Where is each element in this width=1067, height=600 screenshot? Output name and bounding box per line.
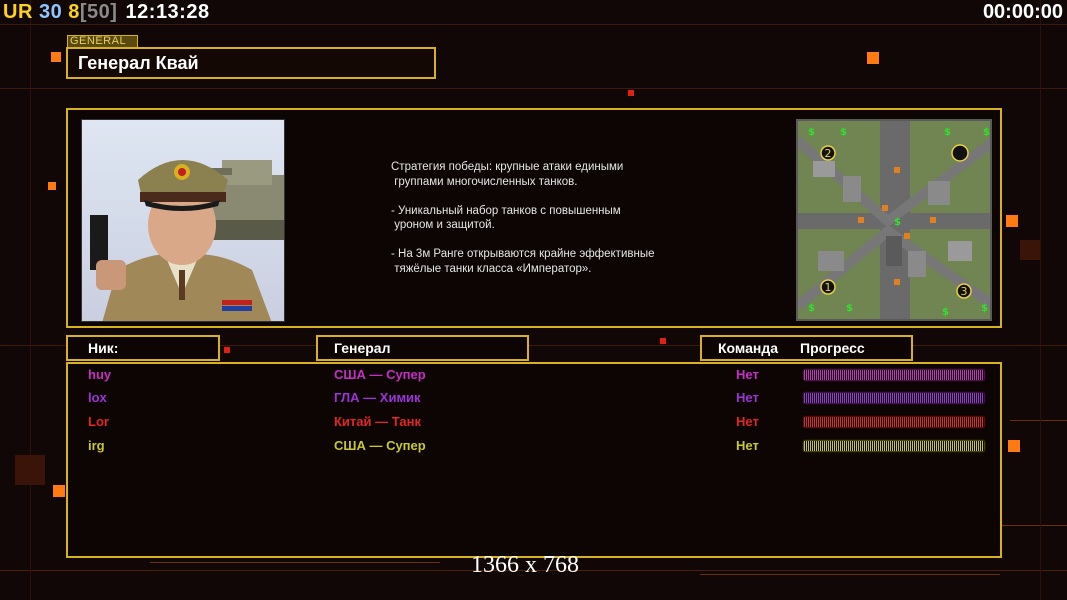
game-timer: 00:00:00 <box>982 1 1063 23</box>
minimap-spot-1: 1 <box>825 281 832 294</box>
player-progress-bar <box>804 417 984 427</box>
general-info-panel: Стратегия победы: крупные атаки едиными … <box>66 108 1002 328</box>
player-team: Нет <box>736 390 759 405</box>
player-general: Китай — Танк <box>334 414 421 429</box>
hud-stats: UR 30 8[50] 12:13:28 <box>3 1 210 24</box>
player-row[interactable]: irg США — Супер Нет <box>68 436 1000 456</box>
svg-text:$: $ <box>808 303 815 314</box>
hud-value-3: [50] <box>79 1 118 23</box>
minimap[interactable]: 2 1 3 $ $ $ $ $ $ $ $ $ <box>796 119 992 321</box>
player-team: Нет <box>736 367 759 382</box>
player-progress-bar <box>804 393 984 403</box>
hud-ur: UR <box>3 1 33 23</box>
svg-text:$: $ <box>981 303 988 314</box>
hud-value-1: 30 <box>38 1 63 23</box>
svg-text:$: $ <box>808 127 815 138</box>
player-general: ГЛА — Химик <box>334 390 421 405</box>
player-nick: huy <box>88 367 112 382</box>
player-progress-bar <box>804 441 984 451</box>
svg-text:$: $ <box>942 307 949 318</box>
column-nick-label: Ник: <box>88 340 119 356</box>
column-general-header: Генерал <box>316 335 529 361</box>
player-row[interactable]: huy США — Супер Нет <box>68 365 1000 385</box>
minimap-spot-3: 3 <box>961 285 968 298</box>
player-nick: irg <box>88 438 105 453</box>
player-team: Нет <box>736 438 759 453</box>
hud-clock: 12:13:28 <box>125 1 210 23</box>
general-name: Генерал Квай <box>78 53 199 73</box>
svg-text:$: $ <box>846 303 853 314</box>
general-title-box: Генерал Квай <box>66 47 436 79</box>
player-nick: Lor <box>88 414 109 429</box>
svg-text:$: $ <box>894 217 901 228</box>
player-general: США — Супер <box>334 367 426 382</box>
column-general-label: Генерал <box>334 340 391 356</box>
resolution-label: 1366 x 768 <box>471 552 579 578</box>
players-list: huy США — Супер Нет lox ГЛА — Химик Нет … <box>66 362 1002 558</box>
svg-text:$: $ <box>983 127 990 138</box>
player-progress-bar <box>804 370 984 380</box>
general-portrait <box>81 119 285 322</box>
hud-value-2: 8 <box>68 1 80 23</box>
player-team: Нет <box>736 414 759 429</box>
player-row[interactable]: Lor Китай — Танк Нет <box>68 412 1000 432</box>
minimap-spot-2: 2 <box>825 147 832 160</box>
player-general: США — Супер <box>334 438 426 453</box>
svg-text:$: $ <box>944 127 951 138</box>
column-nick-header: Ник: <box>66 335 220 361</box>
player-nick: lox <box>88 390 107 405</box>
column-progress-label: Прогресс <box>800 340 865 356</box>
svg-text:$: $ <box>840 127 847 138</box>
player-row[interactable]: lox ГЛА — Химик Нет <box>68 388 1000 408</box>
column-team-label: Команда <box>718 340 778 356</box>
column-team-progress-header: Команда Прогресс <box>700 335 913 361</box>
general-description: Стратегия победы: крупные атаки едиными … <box>391 161 655 275</box>
